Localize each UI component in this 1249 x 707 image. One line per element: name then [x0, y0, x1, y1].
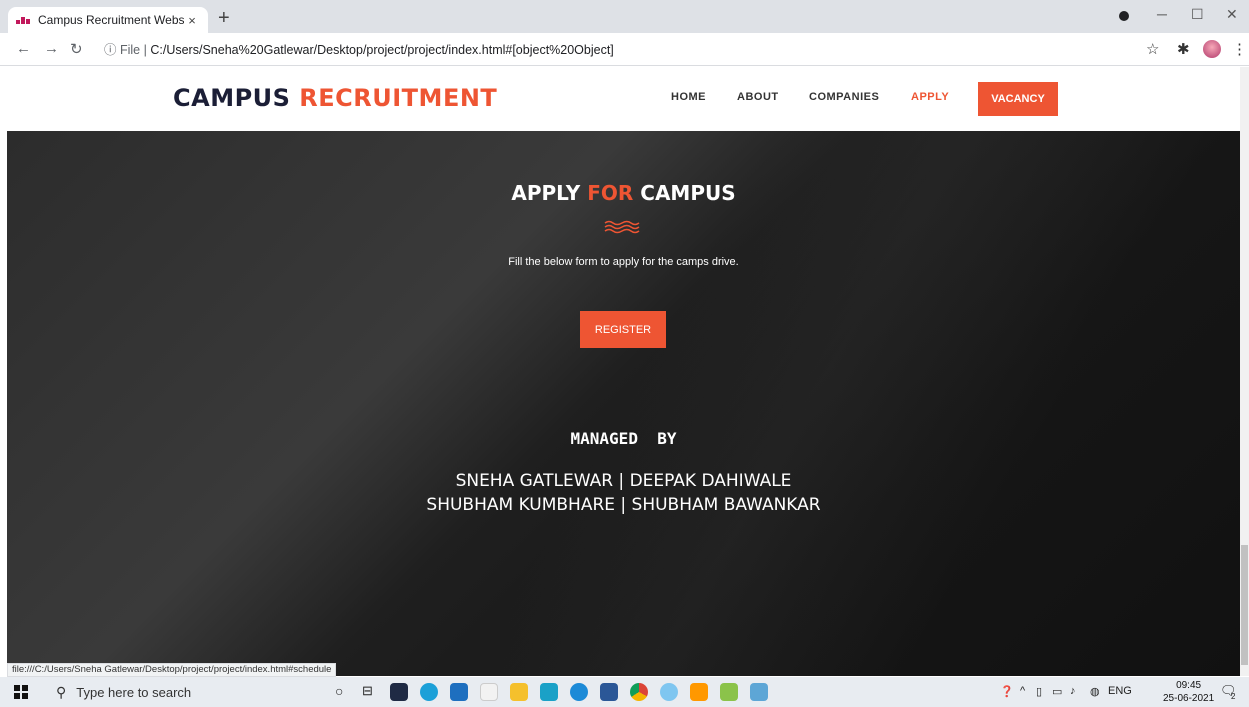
volume-icon[interactable]: ♪ — [1070, 685, 1076, 697]
hero-title-for: FOR — [587, 181, 634, 205]
chrome-icon[interactable] — [630, 683, 648, 701]
extensions-puzzle-icon[interactable]: ✱ — [1177, 40, 1190, 58]
hero-title: APPLY FOR CAMPUS — [7, 181, 1240, 205]
register-button[interactable]: REGISTER — [580, 311, 666, 348]
nav-home[interactable]: HOME — [671, 91, 706, 103]
clock-time: 09:45 — [1176, 680, 1202, 691]
telegram-icon[interactable] — [570, 683, 588, 701]
tab-close-icon[interactable]: × — [184, 13, 200, 28]
site-favicon-icon — [16, 16, 30, 24]
hero-subtitle: Fill the below form to apply for the cam… — [508, 256, 739, 268]
info-icon: ⓘ — [104, 43, 120, 57]
show-hidden-icons-chevron-icon[interactable]: ^ — [1020, 685, 1025, 697]
url-text: C:/Users/Sneha%20Gatlewar/Desktop/projec… — [150, 43, 614, 57]
hero-title-campus: CAMPUS — [640, 181, 736, 205]
system-clock[interactable]: 09:45 25-06-2021 — [1163, 679, 1214, 705]
notes-app-icon[interactable] — [750, 683, 768, 701]
team-names-line-1: SNEHA GATLEWAR | DEEPAK DAHIWALE — [455, 471, 792, 491]
windows-taskbar: ⚲ Type here to search ○ ⊟ ❓ ^ ▯ ▭ ♪ ◍ EN… — [0, 677, 1249, 707]
minimize-icon[interactable]: ─ — [1157, 6, 1167, 22]
maximize-icon[interactable]: ☐ — [1191, 6, 1204, 23]
address-bar[interactable]: ⓘ File | C:/Users/Sneha%20Gatlewar/Deskt… — [104, 39, 614, 58]
site-logo[interactable]: CAMPUS RECRUITMENT — [173, 84, 497, 112]
browser-toolbar: ← → ↻ ⓘ File | C:/Users/Sneha%20Gatlewar… — [0, 33, 1249, 66]
mail-icon[interactable] — [450, 683, 468, 701]
windows-start-icon[interactable] — [14, 685, 28, 699]
sublime-text-icon[interactable] — [690, 683, 708, 701]
window-close-icon[interactable]: ✕ — [1226, 6, 1238, 23]
word-icon[interactable] — [600, 683, 618, 701]
help-icon[interactable]: ❓ — [1000, 685, 1014, 698]
managed-by-heading: MANAGED BY — [570, 429, 677, 448]
browser-menu-icon[interactable]: ⋮ — [1232, 40, 1247, 58]
eclipse-icon[interactable] — [660, 683, 678, 701]
dropbox-icon[interactable] — [390, 683, 408, 701]
file-explorer-icon[interactable] — [510, 683, 528, 701]
scrollbar-thumb[interactable] — [1241, 545, 1248, 665]
hero-title-apply: APPLY — [511, 181, 581, 205]
reload-icon[interactable]: ↻ — [70, 40, 83, 58]
image-app-icon[interactable] — [720, 683, 738, 701]
amazon-icon[interactable] — [480, 683, 498, 701]
forward-arrow-icon[interactable]: → — [44, 40, 59, 57]
profile-dot-icon[interactable] — [1118, 9, 1130, 25]
team-names-line-2: SHUBHAM KUMBHARE | SHUBHAM BAWANKAR — [426, 495, 821, 515]
site-header: CAMPUS RECRUITMENT HOME ABOUT COMPANIES … — [7, 67, 1240, 131]
notification-count-badge: 2 — [1231, 692, 1236, 701]
nav-apply[interactable]: APPLY — [911, 91, 949, 103]
apply-hero-section: APPLY FOR CAMPUS Fill the below form to … — [7, 131, 1240, 676]
profile-avatar[interactable] — [1203, 40, 1221, 58]
cortana-icon[interactable]: ○ — [335, 683, 343, 699]
link-status-bar: file:///C:/Users/Sneha Gatlewar/Desktop/… — [7, 663, 337, 677]
nav-companies[interactable]: COMPANIES — [809, 91, 879, 103]
browser-tab[interactable]: Campus Recruitment Website × — [8, 7, 208, 33]
wave-divider-icon — [604, 220, 640, 234]
search-icon: ⚲ — [56, 683, 67, 700]
device-icon[interactable]: ▯ — [1036, 685, 1042, 698]
logo-text-recruitment: RECRUITMENT — [299, 84, 498, 112]
task-view-icon[interactable]: ⊟ — [362, 683, 373, 699]
clock-date: 25-06-2021 — [1163, 693, 1215, 704]
battery-icon[interactable]: ▭ — [1052, 685, 1062, 698]
browser-tab-bar: Campus Recruitment Website × + ─ ☐ ✕ — [0, 0, 1249, 33]
whatsapp-icon[interactable] — [540, 683, 558, 701]
network-globe-icon[interactable]: ◍ — [1090, 685, 1100, 698]
vacancy-button[interactable]: VACANCY — [978, 82, 1058, 116]
nav-about[interactable]: ABOUT — [737, 91, 779, 103]
taskbar-search-placeholder: Type here to search — [76, 684, 192, 700]
logo-text-campus: CAMPUS — [173, 84, 291, 112]
url-scheme-label: File — [119, 43, 141, 57]
taskbar-search-box[interactable]: ⚲ Type here to search — [40, 677, 315, 707]
tab-title: Campus Recruitment Website — [38, 13, 184, 27]
edge-browser-icon[interactable] — [420, 683, 438, 701]
new-tab-button[interactable]: + — [218, 8, 230, 28]
back-arrow-icon[interactable]: ← — [16, 40, 31, 57]
bookmark-star-icon[interactable]: ☆ — [1146, 40, 1159, 58]
language-indicator[interactable]: ENG — [1108, 685, 1132, 697]
